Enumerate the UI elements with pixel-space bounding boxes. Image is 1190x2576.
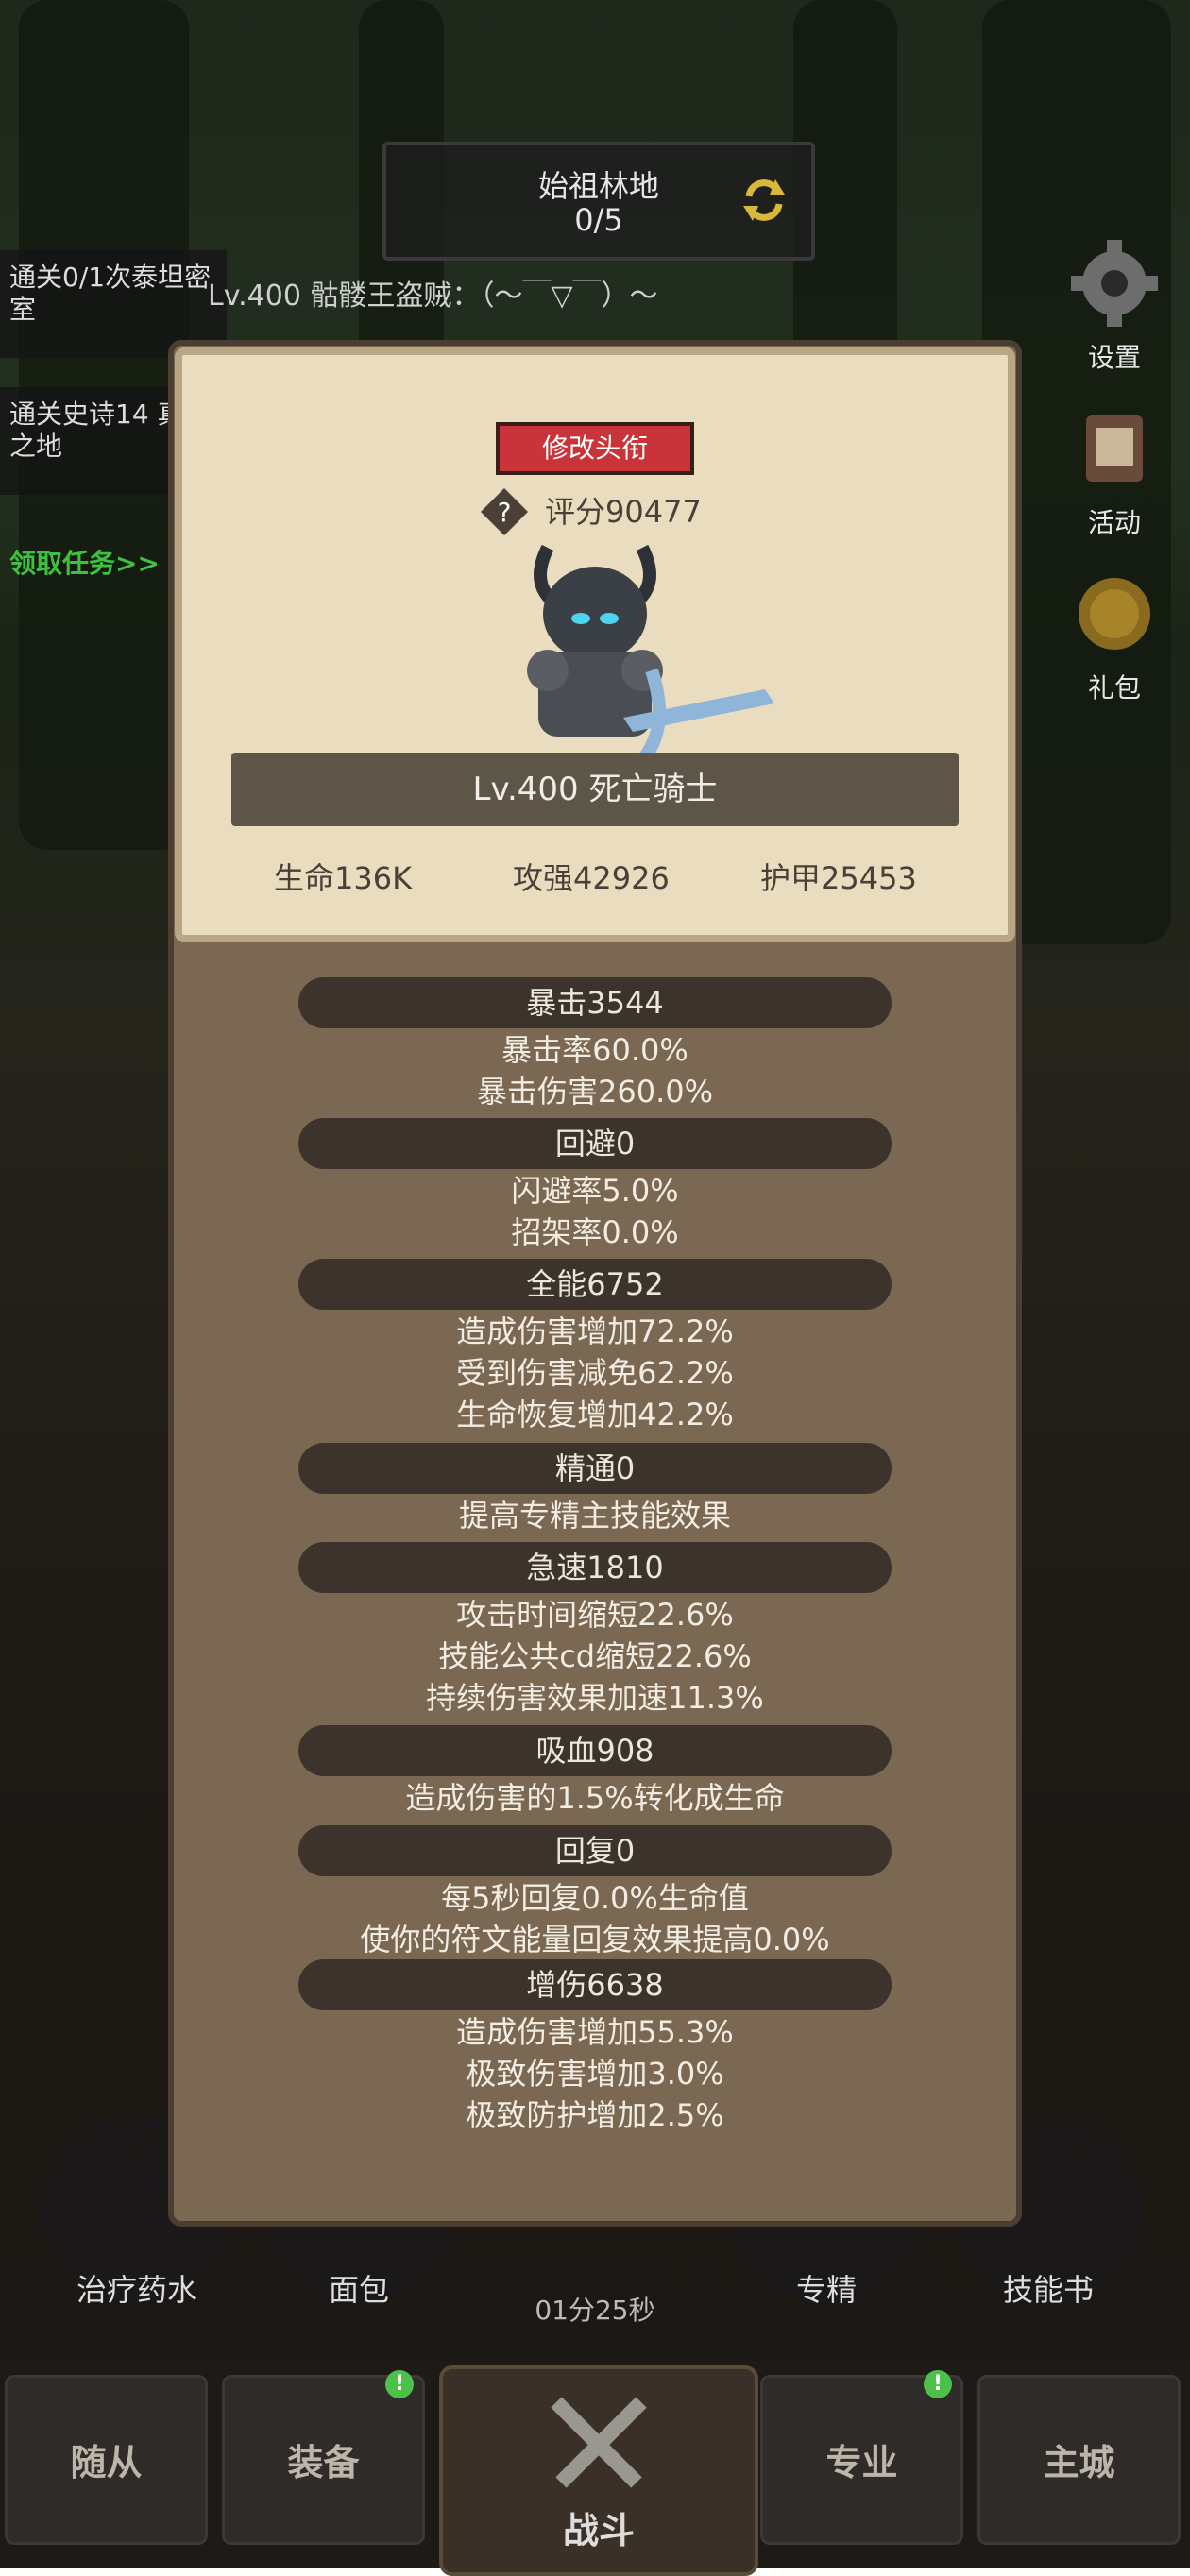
location-header: 始祖林地 0/5 [382,142,815,261]
notification-badge: ! [385,2370,414,2398]
stat-header-damage-bonus: 增伤6638 [298,1959,892,2010]
coin-icon [1079,578,1150,650]
stat-header-mastery: 精通0 [298,1443,892,1494]
stat-line: 技能公共cd缩短22.6% [438,1638,752,1674]
consumable-label: 专精 [795,2272,857,2308]
gear-icon [1071,240,1158,327]
stat-line: 造成伤害增加55.3% [456,2014,734,2050]
stat-line: 生命恢复增加42.2% [456,1397,734,1432]
stat-line: 受到伤害减免62.2% [456,1355,734,1391]
stat-line: 持续伤害效果加速11.3% [426,1680,764,1716]
armor-stat: 护甲25453 [760,860,917,896]
stat-line: 造成伤害的1.5%转化成生命 [405,1780,785,1816]
battle-timer: 01分25秒 [535,2295,655,2326]
svg-text:?: ? [498,497,512,528]
consumable-label: 治疗药水 [76,2272,197,2308]
attack-stat: 攻强42926 [513,860,670,896]
events-label: 活动 [1087,507,1141,538]
consumable-label: 技能书 [1002,2272,1094,2308]
refresh-icon[interactable] [738,174,790,227]
nav-fight[interactable]: 战斗 [439,2365,758,2576]
notification-badge: ! [924,2370,952,2398]
consumable-label: 面包 [328,2272,389,2308]
nav-followers[interactable]: 随从 [5,2375,208,2545]
stat-line: 极致伤害增加3.0% [466,2056,724,2092]
stat-header-leech: 吸血908 [298,1725,892,1776]
events-button[interactable]: 活动 [1058,401,1171,540]
death-knight-avatar [527,544,774,765]
character-level-name: Lv.400 死亡骑士 [472,771,718,808]
settings-button[interactable]: 设置 [1058,236,1171,375]
stat-header-versatility: 全能6752 [298,1259,892,1310]
stat-line: 使你的符文能量回复效果提高0.0% [360,1922,830,1957]
stat-line: 造成伤害增加72.2% [456,1313,734,1349]
stat-header-dodge: 回避0 [298,1118,892,1169]
nav-city[interactable]: 主城 [978,2375,1181,2545]
nav-fight-label: 战斗 [562,2510,635,2551]
stat-header-crit: 暴击3544 [298,977,892,1028]
stat-line: 暴击伤害260.0% [476,1074,714,1110]
nav-profession[interactable]: 专业 [760,2375,963,2545]
stat-line: 暴击率60.0% [502,1032,688,1068]
stat-header-regen: 回复0 [298,1825,892,1876]
settings-label: 设置 [1087,342,1141,373]
gift-button[interactable]: 礼包 [1058,567,1171,705]
stat-line: 每5秒回复0.0%生命值 [441,1880,749,1916]
stat-line: 极致防护增加2.5% [466,2097,724,2133]
level-banner: Lv.400 死亡骑士 [231,753,959,826]
claim-quest-link[interactable]: 领取任务>> [9,543,160,581]
nav-equipment[interactable]: 装备 [222,2375,425,2545]
stat-header-haste: 急速1810 [298,1542,892,1593]
stat-line: 闪避率5.0% [511,1173,679,1209]
stat-line: 提高专精主技能效果 [458,1498,731,1534]
stat-line: 攻击时间缩短22.6% [456,1597,734,1633]
rename-title-button[interactable]: 修改头衔 [496,422,694,475]
stat-line: 招架率0.0% [511,1214,679,1250]
gift-label: 礼包 [1087,672,1141,703]
scroll-icon [1086,415,1143,482]
hp-stat: 生命136K [274,860,413,896]
enemy-title: Lv.400 骷髅王盗贼：（～￣▽￣）～ [208,280,658,313]
crossed-swords-icon [551,2397,647,2488]
